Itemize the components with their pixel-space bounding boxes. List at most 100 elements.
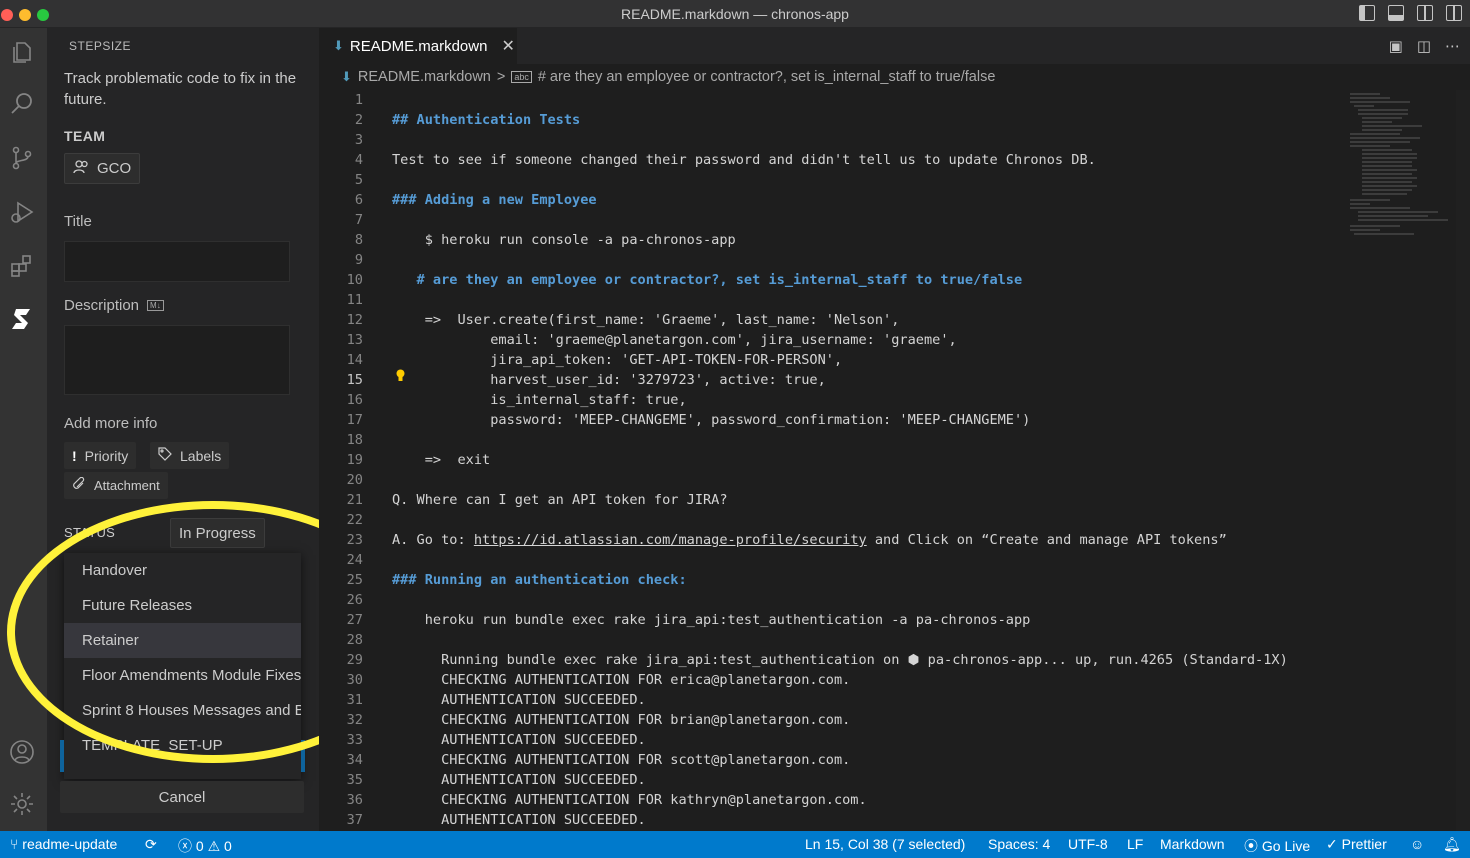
- status-select[interactable]: In Progress: [170, 518, 265, 548]
- dropdown-option-active[interactable]: Retainer: [64, 623, 301, 658]
- code-line: 12 => User.create(first_name: 'Graeme', …: [319, 310, 1349, 330]
- code-text: CHECKING AUTHENTICATION FOR scott@planet…: [392, 750, 850, 770]
- settings-gear-icon[interactable]: [8, 790, 36, 818]
- extensions-icon[interactable]: [8, 252, 36, 280]
- close-icon[interactable]: ✕: [501, 36, 514, 56]
- prettier-button[interactable]: ✓ Prettier: [1326, 836, 1387, 853]
- line-number: 35: [346, 772, 363, 788]
- code-text-segment: CHECKING AUTHENTICATION FOR kathryn@plan…: [392, 792, 867, 808]
- stepsize-icon[interactable]: [8, 305, 36, 333]
- dropdown-option[interactable]: Future Releases: [64, 588, 301, 623]
- code-text: heroku run bundle exec rake jira_api:tes…: [392, 610, 1031, 630]
- encoding[interactable]: UTF-8: [1068, 836, 1108, 852]
- indentation[interactable]: Spaces: 4: [988, 836, 1050, 852]
- code-line: 17 password: 'MEEP-CHANGEME', password_c…: [319, 410, 1349, 430]
- toggle-panel-icon[interactable]: [1388, 5, 1404, 21]
- code-editor[interactable]: 1 2 ## Authentication Tests 3 4 Test to see i…: [319, 90, 1470, 831]
- run-debug-icon[interactable]: [8, 198, 36, 226]
- code-line: 10 # are they an employee or contractor?…: [319, 270, 1349, 290]
- description-input[interactable]: [64, 325, 290, 395]
- code-line: 20: [319, 470, 1349, 490]
- line-number: 25: [346, 572, 363, 588]
- code-line: 27 heroku run bundle exec rake jira_api:…: [319, 610, 1349, 630]
- code-text-segment: $ heroku run console -a pa-chronos-app: [392, 232, 736, 248]
- code-line: 37 AUTHENTICATION SUCCEEDED.: [319, 810, 1349, 830]
- problems-indicator[interactable]: ⓧ 0 ⚠ 0: [178, 836, 232, 856]
- tag-icon: [158, 447, 172, 464]
- sync-icon[interactable]: ⟳: [145, 836, 157, 853]
- priority-button[interactable]: ! Priority: [64, 442, 137, 469]
- broadcast-icon: ⦿: [1244, 838, 1258, 854]
- team-label: TEAM: [64, 128, 106, 144]
- customize-layout-icon[interactable]: [1446, 5, 1462, 21]
- branch-name: readme-update: [22, 836, 118, 852]
- breadcrumb-file[interactable]: README.markdown: [358, 69, 491, 85]
- code-text-segment: ## Authentication Tests: [392, 112, 581, 128]
- go-live-button[interactable]: ⦿ Go Live: [1244, 836, 1310, 856]
- files-icon[interactable]: [8, 38, 36, 66]
- scrollbar[interactable]: [1456, 90, 1470, 831]
- line-ending[interactable]: LF: [1127, 836, 1143, 852]
- branch-indicator[interactable]: ⑂ readme-update: [10, 836, 117, 852]
- cancel-button[interactable]: Cancel: [60, 781, 304, 813]
- code-line: 29 Running bundle exec rake jira_api:tes…: [319, 650, 1349, 670]
- code-line: 21 Q. Where can I get an API token for JI…: [319, 490, 1349, 510]
- title-bar: README.markdown — chronos-app: [0, 0, 1470, 28]
- dropdown-option[interactable]: TEMPLATE_SET-UP: [64, 728, 301, 763]
- error-icon: ⓧ: [178, 838, 192, 854]
- language-mode[interactable]: Markdown: [1160, 836, 1225, 852]
- add-more-info-label: Add more info: [64, 415, 158, 432]
- code-text-segment: heroku run bundle exec rake jira_api:tes…: [392, 612, 1031, 628]
- minimap[interactable]: [1348, 90, 1458, 240]
- dropdown-option[interactable]: Floor Amendments Module Fixes: [64, 658, 301, 693]
- attachment-button[interactable]: Attachment: [64, 472, 168, 499]
- code-text-segment: AUTHENTICATION SUCCEEDED.: [392, 732, 646, 748]
- cursor-position[interactable]: Ln 15, Col 38 (7 selected): [805, 836, 965, 852]
- code-line: 28: [319, 630, 1349, 650]
- dropdown-option[interactable]: Sprint 8 Houses Messages and B: [64, 693, 301, 728]
- git-branch-icon: ⑂: [10, 836, 19, 852]
- paperclip-icon: [72, 476, 86, 494]
- feedback-icon[interactable]: ☺: [1410, 836, 1424, 852]
- code-line: 31 AUTHENTICATION SUCCEEDED.: [319, 690, 1349, 710]
- code-line: 26: [319, 590, 1349, 610]
- notifications-bell-icon[interactable]: 🔔︎: [1443, 836, 1461, 853]
- toggle-secondary-sidebar-icon[interactable]: [1417, 5, 1433, 21]
- account-icon[interactable]: [8, 738, 36, 766]
- team-selector[interactable]: GCO: [64, 153, 141, 184]
- code-text: AUTHENTICATION SUCCEEDED.: [392, 730, 646, 750]
- dropdown-option[interactable]: Handover: [64, 553, 301, 588]
- line-number: 27: [346, 612, 363, 628]
- code-line: 23 A. Go to: https://id.atlassian.com/man…: [319, 530, 1349, 550]
- code-link[interactable]: https://id.atlassian.com/manage-profile/…: [474, 532, 867, 548]
- code-text: ### Running an authentication check:: [392, 570, 687, 590]
- labels-label: Labels: [180, 447, 222, 464]
- breadcrumb-symbol[interactable]: # are they an employee or contractor?, s…: [538, 69, 996, 85]
- toggle-sidebar-icon[interactable]: [1359, 5, 1375, 21]
- title-input[interactable]: [64, 241, 290, 282]
- code-line: 36 CHECKING AUTHENTICATION FOR kathryn@p…: [319, 790, 1349, 810]
- status-label: STATUS: [64, 525, 116, 540]
- line-number: 24: [346, 552, 363, 568]
- code-line: 7: [319, 210, 1349, 230]
- line-number: 5: [354, 172, 363, 188]
- title-label: Title: [64, 213, 92, 230]
- tab-readme[interactable]: ⬇ README.markdown ✕: [319, 28, 517, 64]
- error-count: 0: [195, 838, 204, 854]
- code-text: Test to see if someone changed their pas…: [392, 150, 1096, 170]
- split-editor-icon[interactable]: ◫: [1417, 37, 1431, 55]
- line-number: 19: [346, 452, 363, 468]
- labels-button[interactable]: Labels: [150, 442, 230, 469]
- code-text: ## Authentication Tests: [392, 110, 580, 130]
- code-text: => exit: [392, 450, 490, 470]
- editor-actions: ▣ ◫ ⋯: [1389, 37, 1460, 55]
- line-number: 31: [346, 692, 363, 708]
- source-control-icon[interactable]: [8, 144, 36, 172]
- line-number: 29: [346, 652, 363, 668]
- open-preview-icon[interactable]: ▣: [1389, 37, 1403, 55]
- more-actions-icon[interactable]: ⋯: [1445, 37, 1460, 55]
- lightbulb-icon[interactable]: [396, 369, 405, 382]
- code-line: 9: [319, 250, 1349, 270]
- stepsize-panel: STEPSIZE Track problematic code to fix i…: [7, 28, 419, 831]
- search-icon[interactable]: [8, 90, 36, 118]
